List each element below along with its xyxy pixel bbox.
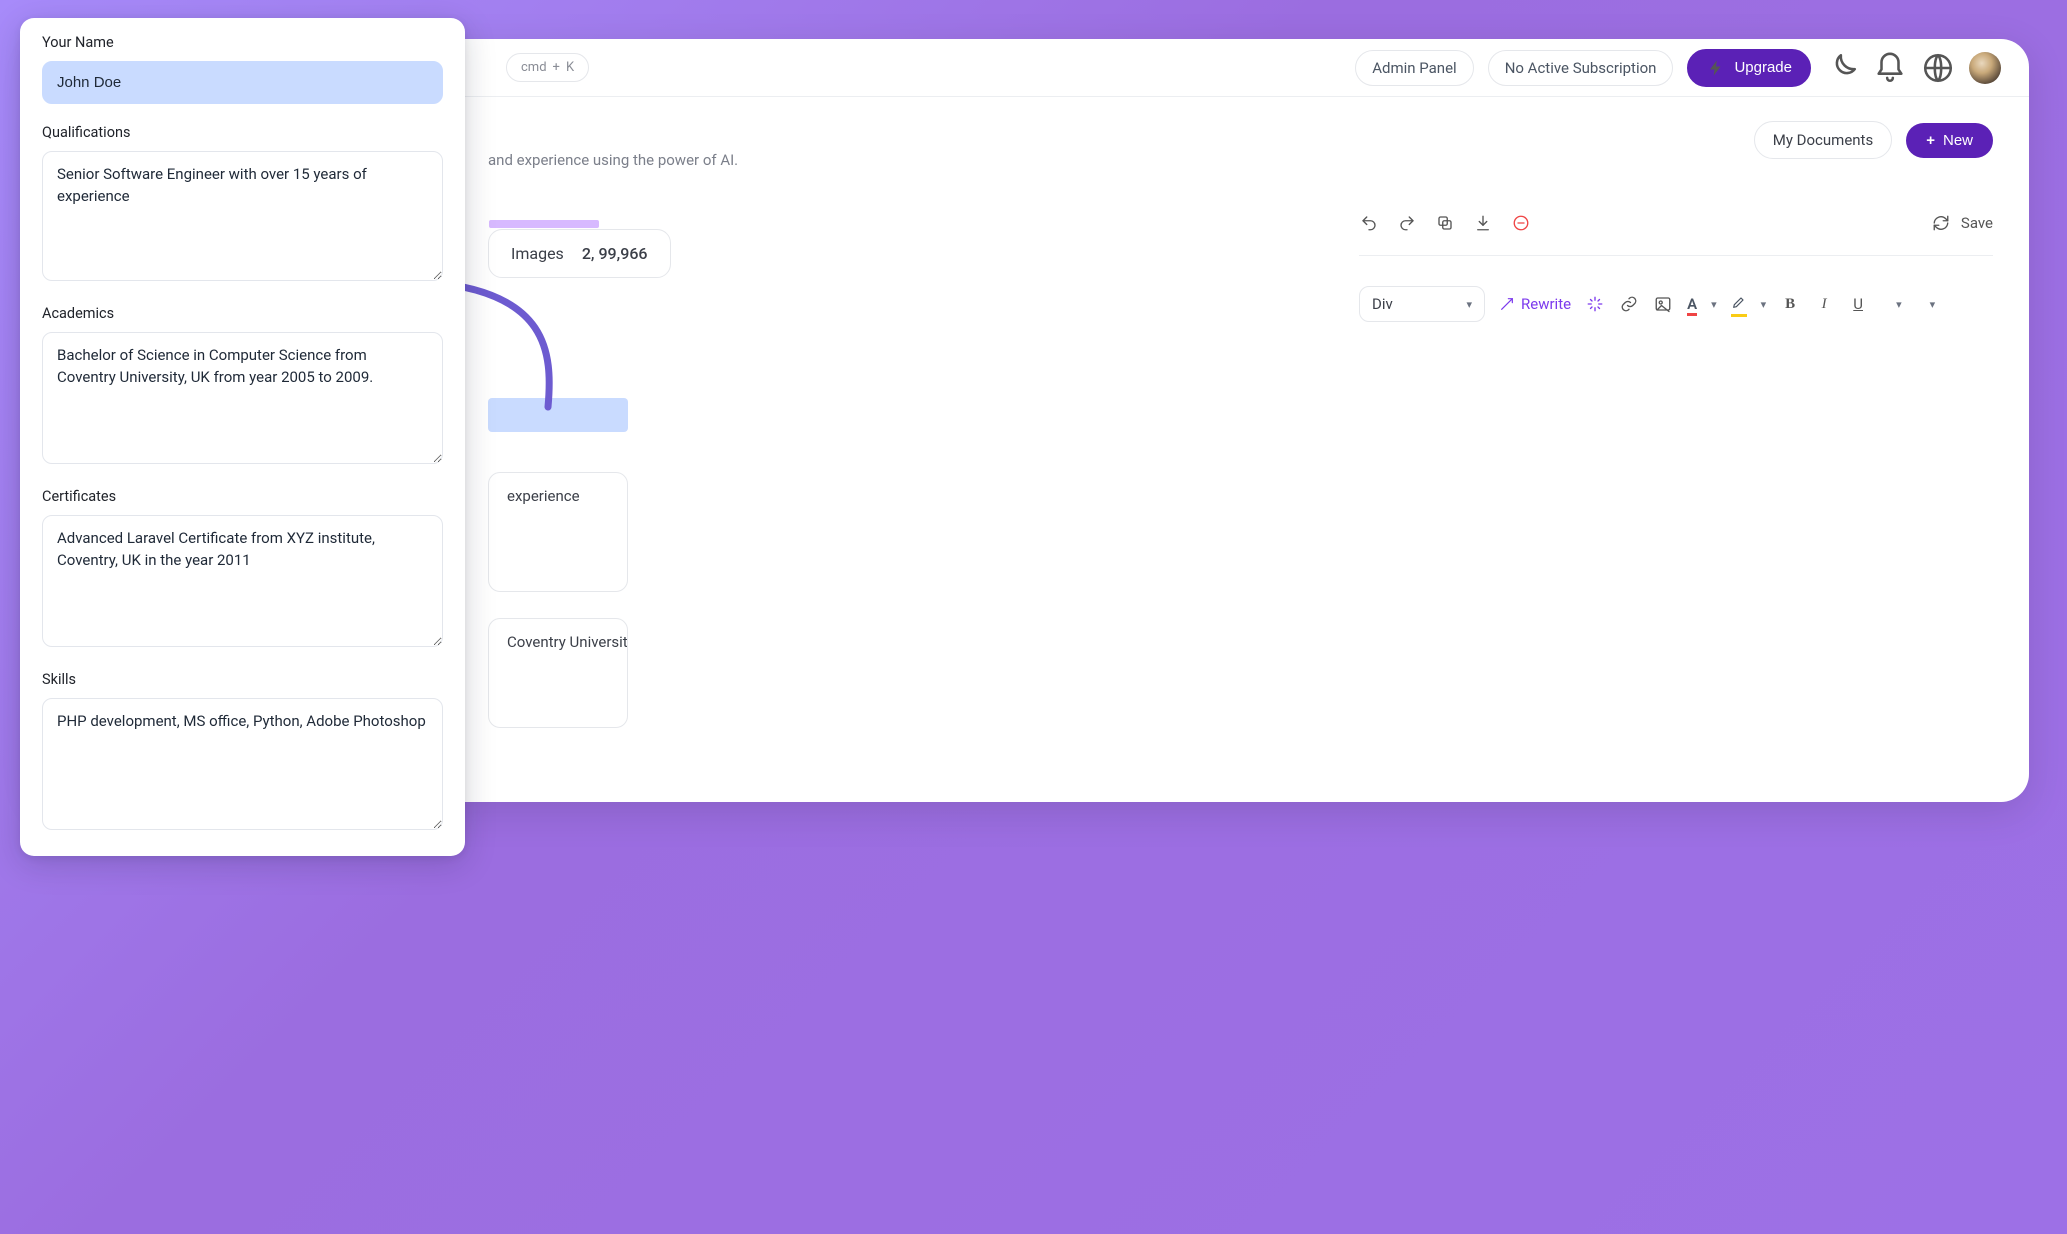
sparkle-icon	[1586, 295, 1604, 313]
skills-label: Skills	[42, 671, 443, 688]
block-type-value: Div	[1372, 295, 1393, 313]
stat-accent	[489, 220, 599, 228]
background-textbox-2-text: Coventry University, UK	[507, 633, 628, 651]
kbd-cmd: cmd	[521, 60, 547, 75]
save-button[interactable]: Save	[1961, 214, 1993, 232]
chevron-down-icon: ▾	[1896, 298, 1902, 311]
link-icon	[1620, 295, 1638, 313]
chevron-down-icon: ▾	[1930, 298, 1936, 311]
divider	[1359, 255, 1993, 256]
underline-button[interactable]: U	[1848, 294, 1868, 314]
italic-button[interactable]: I	[1814, 294, 1834, 314]
skills-input[interactable]	[42, 698, 443, 830]
avatar[interactable]	[1969, 52, 2001, 84]
upgrade-button[interactable]: Upgrade	[1687, 49, 1811, 87]
my-documents-button[interactable]: My Documents	[1754, 121, 1892, 159]
copy-button[interactable]	[1435, 213, 1455, 233]
stat-label: Images	[511, 244, 564, 263]
subscription-status[interactable]: No Active Subscription	[1488, 50, 1674, 86]
selection-highlight	[488, 398, 628, 432]
image-button[interactable]	[1653, 294, 1673, 314]
chevron-down-icon: ▾	[1761, 298, 1767, 311]
kbd-plus: +	[553, 60, 560, 75]
download-button[interactable]	[1473, 213, 1493, 233]
block-type-select[interactable]: Div ▾	[1359, 286, 1485, 322]
chevron-down-icon: ▾	[1711, 298, 1717, 311]
stat-value: 2, 99,966	[582, 244, 648, 263]
theme-toggle[interactable]	[1825, 51, 1859, 85]
ai-sparkle-button[interactable]	[1585, 294, 1605, 314]
text-color-icon: A	[1687, 295, 1697, 313]
bullet-list-group[interactable]: ▾	[1882, 298, 1902, 311]
language-button[interactable]	[1921, 51, 1955, 85]
qualifications-input[interactable]	[42, 151, 443, 281]
highlight-color-group[interactable]: ▾	[1731, 294, 1767, 314]
rewrite-button[interactable]: Rewrite	[1499, 295, 1571, 313]
background-textbox-2[interactable]: Coventry University, UK	[488, 618, 628, 728]
text-color-group[interactable]: A ▾	[1687, 295, 1717, 313]
wand-icon	[1499, 296, 1515, 312]
remove-button[interactable]	[1511, 213, 1531, 233]
qualifications-label: Qualifications	[42, 124, 443, 141]
editor-toolbar-secondary: Div ▾ Rewrite A ▾	[1359, 286, 1993, 322]
editor-toolbar-primary: Save	[1359, 207, 1993, 239]
undo-button[interactable]	[1359, 213, 1379, 233]
description-fragment: and experience using the power of AI.	[488, 151, 1331, 169]
command-shortcut-pill[interactable]: cmd + K	[506, 53, 589, 82]
kbd-k: K	[566, 60, 574, 75]
certificates-input[interactable]	[42, 515, 443, 647]
image-icon	[1654, 295, 1672, 313]
notifications-button[interactable]	[1873, 51, 1907, 85]
chevron-down-icon: ▾	[1466, 298, 1472, 311]
highlight-icon	[1731, 294, 1747, 314]
academics-input[interactable]	[42, 332, 443, 464]
new-button[interactable]: + New	[1906, 123, 1993, 158]
bold-button[interactable]: B	[1780, 294, 1800, 314]
name-input[interactable]	[42, 61, 443, 104]
name-label: Your Name	[42, 34, 443, 51]
stat-box[interactable]: Images 2, 99,966	[488, 229, 671, 278]
bell-icon	[1873, 51, 1907, 85]
certificates-label: Certificates	[42, 488, 443, 505]
plus-icon: +	[1926, 132, 1935, 149]
form-popup: Your Name Qualifications Academics Certi…	[20, 18, 465, 856]
background-textbox-1[interactable]: experience	[488, 472, 628, 592]
center-col: and experience using the power of AI. Im…	[468, 97, 1359, 802]
redo-button[interactable]	[1397, 213, 1417, 233]
refresh-icon	[1931, 213, 1951, 233]
rewrite-label: Rewrite	[1521, 295, 1571, 313]
bolt-icon	[1706, 58, 1726, 78]
new-label: New	[1943, 132, 1973, 149]
editor-column: My Documents + New Save	[1359, 97, 2029, 802]
ordered-list-group[interactable]: ▾	[1916, 298, 1936, 311]
moon-icon	[1825, 51, 1859, 85]
academics-label: Academics	[42, 305, 443, 322]
upgrade-label: Upgrade	[1734, 59, 1792, 76]
background-textbox-1-text: experience	[507, 487, 580, 505]
right-header: My Documents + New	[1359, 121, 1993, 159]
admin-panel-link[interactable]: Admin Panel	[1355, 50, 1473, 86]
link-button[interactable]	[1619, 294, 1639, 314]
globe-icon	[1921, 51, 1955, 85]
